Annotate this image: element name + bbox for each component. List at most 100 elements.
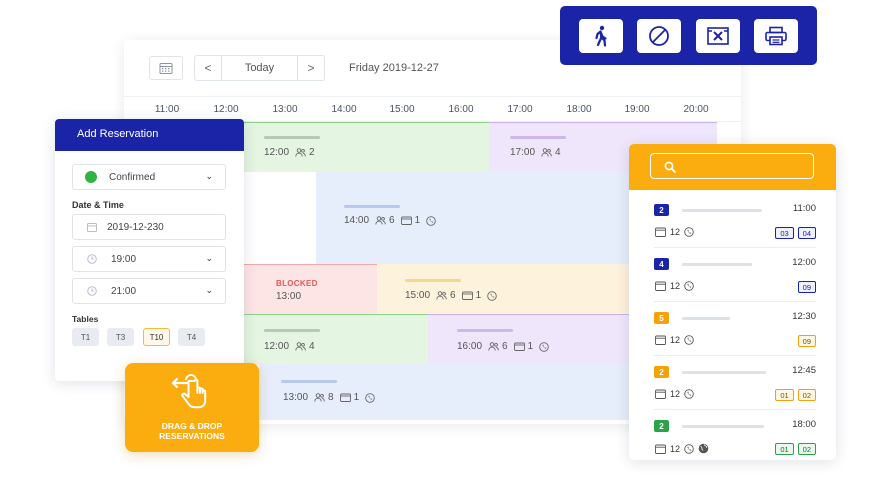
hour-label: 17:00	[507, 104, 533, 115]
end-time-select[interactable]: 21:00 ⌄	[72, 278, 226, 304]
reservation-time: 12:00	[264, 147, 290, 158]
reservation-time: 17:00	[510, 147, 536, 158]
table-chip-selected[interactable]: T10	[143, 328, 170, 346]
calendar-icon	[655, 389, 666, 399]
hour-label: 16:00	[448, 104, 474, 115]
guests-value: 2	[309, 147, 315, 158]
blocked-label: BLOCKED	[276, 279, 318, 288]
tables-count: 1	[513, 341, 534, 352]
phone-icon	[684, 227, 694, 237]
list-item-time: 11:00	[792, 203, 816, 214]
guests-value: 6	[389, 215, 395, 226]
prev-day-button[interactable]: <	[195, 56, 221, 80]
guests-count: 8	[314, 392, 334, 403]
status-select[interactable]: Confirmed ⌄	[72, 164, 226, 190]
date-navigation: < Today >	[194, 55, 325, 81]
clock-icon	[87, 286, 97, 296]
name-placeholder-bar	[682, 425, 764, 428]
table-chip[interactable]: T4	[178, 328, 205, 346]
party-count-badge: 5	[654, 312, 669, 324]
list-item[interactable]: 2 12:45 12 01 02	[654, 362, 816, 410]
hour-label: 19:00	[624, 104, 650, 115]
cancel-table-icon	[706, 26, 729, 45]
list-item[interactable]: 5 12:30 12 09	[654, 308, 816, 356]
drag-drop-badge: DRAG & DROP RESERVATIONS	[125, 363, 259, 452]
calendar-icon	[655, 227, 666, 237]
reservation-name-bar	[457, 329, 513, 332]
search-input[interactable]	[650, 153, 814, 179]
reservation-name-bar	[281, 380, 337, 383]
guests-value: 4	[309, 341, 315, 352]
drag-drop-line2: RESERVATIONS	[159, 431, 225, 441]
current-date: Friday 2019-12-27	[349, 62, 439, 74]
calendar-button[interactable]	[149, 56, 183, 80]
tables-count: 1	[461, 290, 481, 301]
phone-icon	[539, 341, 549, 352]
table-tags: 09	[797, 281, 816, 293]
printer-icon	[765, 26, 787, 45]
today-button[interactable]: Today	[221, 56, 298, 80]
list-item-meta: 12	[655, 281, 694, 291]
party-count-badge: 2	[654, 366, 669, 378]
list-item[interactable]: 2 11:00 12 03 04	[654, 200, 816, 248]
guests-value: 4	[555, 147, 561, 158]
hour-label: 14:00	[331, 104, 357, 115]
reservation-name-bar	[264, 136, 320, 139]
calendar-icon	[655, 444, 666, 454]
reservation-info: 12:00 2	[264, 147, 315, 158]
hour-label: 11:00	[154, 104, 180, 115]
next-day-button[interactable]: >	[298, 56, 324, 80]
table-tag: 01	[775, 389, 794, 401]
end-time-value: 21:00	[111, 285, 137, 297]
guests-value: 12	[670, 335, 681, 345]
table-icon	[461, 291, 473, 300]
reservation-time: 13:00	[283, 392, 309, 403]
table-tag: 02	[797, 443, 816, 455]
guests-count: 6	[488, 341, 508, 352]
tables-value: 1	[527, 341, 534, 352]
table-chip[interactable]: T3	[107, 328, 134, 346]
list-item-meta: 12	[655, 443, 709, 454]
drag-drop-line1: DRAG & DROP	[161, 421, 223, 431]
calendar-icon	[655, 281, 666, 291]
chevron-down-icon: ⌄	[205, 285, 213, 295]
date-input[interactable]: 2019-12-230	[72, 214, 226, 240]
reservation-name-bar	[510, 136, 566, 139]
calendar-icon	[159, 63, 173, 74]
phone-icon	[487, 290, 497, 301]
guests-icon	[314, 393, 325, 402]
calendar-icon	[655, 335, 666, 345]
table-icon	[513, 342, 525, 351]
guests-value: 8	[328, 392, 334, 403]
party-count-badge: 2	[654, 420, 669, 432]
reservation-name-bar	[405, 279, 461, 282]
list-item-meta: 12	[655, 335, 694, 345]
table-tag: 01	[775, 443, 794, 455]
start-time-select[interactable]: 19:00 ⌄	[72, 246, 226, 272]
guests-icon	[375, 216, 386, 225]
list-item[interactable]: 2 18:00 12 01 02	[654, 416, 816, 460]
blocked-block[interactable]: BLOCKED 13:00	[242, 264, 377, 314]
table-icon	[339, 393, 351, 402]
guests-value: 12	[670, 443, 681, 454]
table-icon	[400, 216, 412, 225]
status-value: Confirmed	[109, 171, 156, 183]
table-chip[interactable]: T1	[72, 328, 99, 346]
reservation-name-bar	[264, 329, 320, 332]
name-placeholder-bar	[682, 209, 762, 212]
reservation-block[interactable]: 12:00 4	[242, 314, 428, 364]
guests-value: 12	[670, 227, 681, 237]
block-button[interactable]	[637, 18, 682, 53]
guests-count: 2	[295, 147, 315, 158]
reservation-name-bar	[344, 205, 400, 208]
cancel-reservation-button[interactable]	[695, 18, 740, 53]
print-button[interactable]	[753, 18, 798, 53]
walk-in-button[interactable]	[579, 18, 624, 53]
reservation-block[interactable]: 12:00 2	[242, 122, 489, 171]
tables-value: 1	[353, 392, 360, 403]
reservation-time: 15:00	[405, 290, 431, 301]
reservation-time: 13:00	[276, 291, 302, 302]
reservation-time: 14:00	[344, 215, 370, 226]
drag-hand-icon	[171, 374, 207, 409]
list-item[interactable]: 4 12:00 12 09	[654, 254, 816, 302]
